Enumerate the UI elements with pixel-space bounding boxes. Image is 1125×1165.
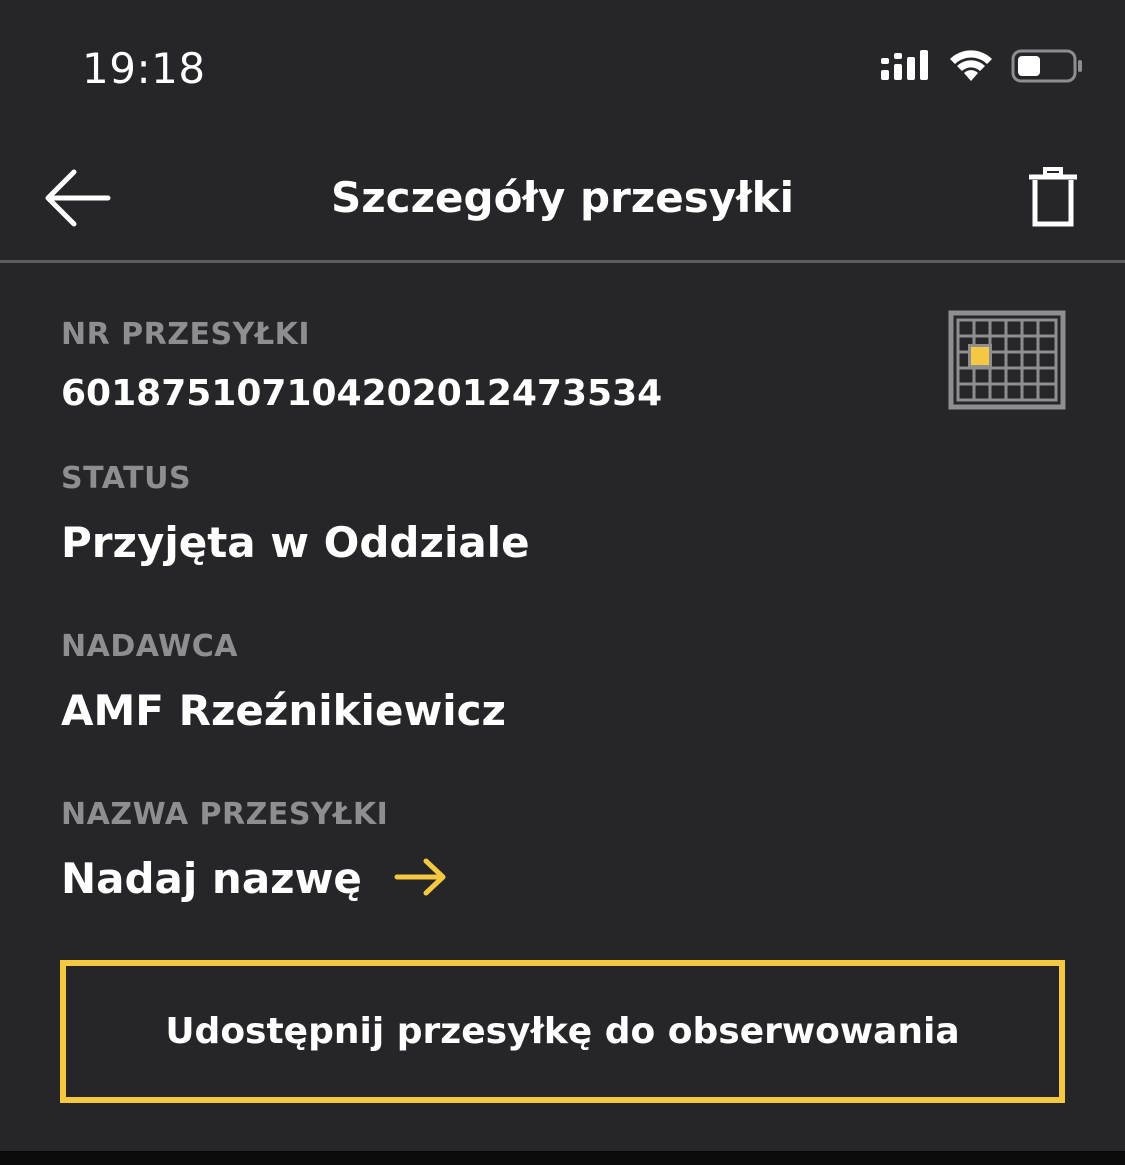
share-shipment-button[interactable]: Udostępnij przesyłkę do obserwowania [60,960,1065,1103]
status-value: Przyjęta w Oddziale [61,518,530,567]
top-navigation-bar: Szczegóły przesyłki [0,140,1125,263]
set-name-link-label: Nadaj nazwę [61,854,362,903]
sender-value: AMF Rzeźnikiewicz [61,686,506,735]
share-shipment-button-label: Udostępnij przesyłkę do obserwowania [165,1011,960,1052]
shipment-details-screen: 19:18 Szczegóły przesyłki NR PRZESYŁKI 6… [0,0,1125,1165]
sender-label: NADAWCA [61,629,238,664]
cellular-signal-icon [881,48,931,88]
set-name-link[interactable]: Nadaj nazwę [61,854,448,904]
status-icons [881,48,1083,88]
page-title: Szczegóły przesyłki [330,173,795,222]
battery-icon [1011,48,1083,88]
delete-button[interactable] [1027,166,1079,228]
bottom-edge [0,1151,1125,1165]
trash-icon [1027,167,1079,232]
shipment-code-button[interactable] [948,310,1066,410]
wifi-icon [949,49,993,87]
shipment-number-value: 601875107104202012473534 [61,373,663,414]
arrow-right-icon [394,857,448,901]
status-label: STATUS [61,461,192,496]
shipment-name-label: NAZWA PRZESYŁKI [61,797,389,832]
grid-code-icon [948,310,1066,414]
shipment-number-label: NR PRZESYŁKI [61,317,310,352]
status-time: 19:18 [82,44,206,93]
